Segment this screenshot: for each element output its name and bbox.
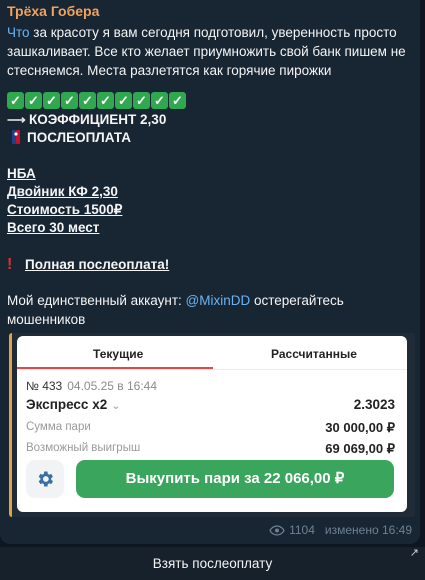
account-line: Мой единственный аккаунт: @MixinDD остер… xyxy=(7,291,407,329)
message-meta: 1104 изменено 16:49 xyxy=(269,523,412,537)
account-prefix: Мой единственный аккаунт: xyxy=(7,293,186,308)
tab-divider xyxy=(17,369,407,370)
sender-name[interactable]: Трёха Гобера xyxy=(7,3,99,19)
exclamation-icon: ! xyxy=(7,256,13,273)
eye-icon xyxy=(269,524,285,536)
intro-text: за красоту я вам сегодня подготовил, уве… xyxy=(7,25,406,78)
inline-button-label: Взять послеоплату xyxy=(152,556,273,571)
buyout-button[interactable]: Выкупить пари за 22 066,00 ₽ xyxy=(76,460,394,498)
bet-date: 04.05.25 в 16:44 xyxy=(67,379,158,393)
nba-logo-icon xyxy=(12,130,20,144)
message-bubble: Трёха Гобера Что за красоту я вам сегодн… xyxy=(0,0,420,544)
stake-label: Сумма пари xyxy=(26,421,91,433)
double-line: Двойник КФ 2,30 xyxy=(7,184,118,199)
checkmark-icon: ✓ xyxy=(7,92,24,109)
tab-settled[interactable]: Рассчитанные xyxy=(271,347,357,361)
checkmark-icon: ✓ xyxy=(151,92,168,109)
checkmark-icon: ✓ xyxy=(79,92,96,109)
coefficient-line: ⟶ КОЭФФИЦИЕНТ 2,30 xyxy=(7,112,166,128)
settings-button[interactable] xyxy=(26,460,64,498)
league-line: НБА xyxy=(7,166,36,181)
account-handle-link[interactable]: @MixinDD xyxy=(186,293,251,308)
checkmark-row: ✓ ✓ ✓ ✓ ✓ ✓ ✓ ✓ ✓ ✓ xyxy=(7,92,186,109)
arrow-icon: ⟶ xyxy=(7,112,26,127)
coefficient-text: КОЭФФИЦИЕНТ 2,30 xyxy=(29,112,167,127)
checkmark-icon: ✓ xyxy=(115,92,132,109)
possible-win-label: Возможный выигрыш xyxy=(26,442,141,454)
possible-win-value: 69 069,00 ₽ xyxy=(325,441,395,456)
bet-type[interactable]: Экспресс x2 ⌄ xyxy=(26,397,120,412)
intro-link[interactable]: Что xyxy=(7,25,30,40)
link-preview[interactable]: Текущие Рассчитанные № 433 04.05.25 в 16:… xyxy=(9,333,415,517)
view-count: 1104 xyxy=(289,523,315,537)
bet-coefficient: 2.3023 xyxy=(353,397,395,412)
inline-button-take-postpay[interactable]: Взять послеоплату ↗ xyxy=(0,546,425,580)
bet-card-image[interactable]: Текущие Рассчитанные № 433 04.05.25 в 16:… xyxy=(17,336,407,512)
tab-current[interactable]: Текущие xyxy=(93,347,143,361)
checkmark-icon: ✓ xyxy=(169,92,186,109)
seats-line: Всего 30 мест xyxy=(7,220,100,235)
checkmark-icon: ✓ xyxy=(133,92,150,109)
checkmark-icon: ✓ xyxy=(97,92,114,109)
external-link-icon: ↗ xyxy=(409,547,419,559)
edited-timestamp: изменено 16:49 xyxy=(324,523,412,537)
full-postpay-line: ! Полная послеоплата! xyxy=(7,256,169,274)
price-line: Стоимость 1500₽ xyxy=(7,202,123,217)
postpay-line: ПОСЛЕОПЛАТА xyxy=(7,130,131,145)
message-intro: Что за красоту я вам сегодня подготовил,… xyxy=(7,23,412,80)
checkmark-icon: ✓ xyxy=(25,92,42,109)
chevron-down-icon: ⌄ xyxy=(111,400,121,412)
gear-icon xyxy=(38,471,53,487)
checkmark-icon: ✓ xyxy=(43,92,60,109)
full-postpay-text: Полная послеоплата! xyxy=(25,257,170,272)
stake-value: 30 000,00 ₽ xyxy=(325,420,395,435)
postpay-text: ПОСЛЕОПЛАТА xyxy=(27,130,131,145)
bet-number: № 433 04.05.25 в 16:44 xyxy=(26,379,158,393)
checkmark-icon: ✓ xyxy=(61,92,78,109)
